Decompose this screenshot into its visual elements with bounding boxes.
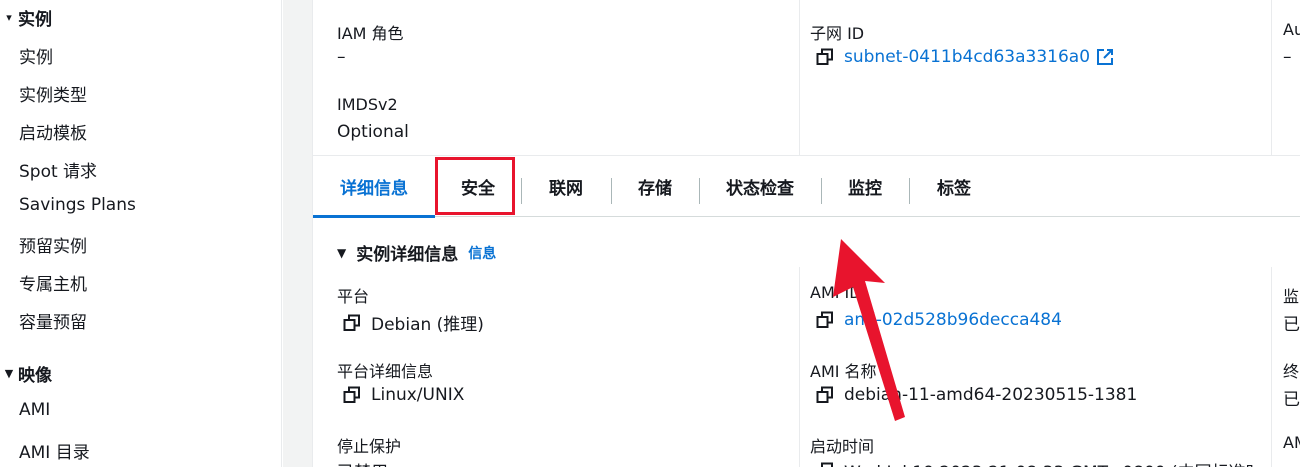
platform-label: 平台 [337,287,370,306]
platform-details-label: 平台详细信息 [337,362,434,381]
sidebar-item-reserved-instances[interactable]: 预留实例 [19,232,87,257]
launch-time-label: 启动时间 [810,437,875,456]
column-divider [1271,0,1272,155]
col3-value-1: 已 [1283,315,1300,335]
external-link-icon[interactable] [1096,48,1114,66]
column-divider [799,267,800,467]
sidebar-section-instances[interactable]: ▾ 实例 [0,5,52,30]
sidebar-nav: ▾ 实例 实例 实例类型 启动模板 Spot 请求 Savings Plans … [0,0,282,467]
subnet-id-link[interactable]: subnet-0411b4cd63a3316a0 [844,47,1090,67]
subnet-id-row: subnet-0411b4cd63a3316a0 [816,47,1114,67]
copy-icon[interactable] [343,386,361,404]
content-gutter [283,0,313,467]
col3-label-1: 监 [1283,287,1300,306]
sidebar-item-spot-requests[interactable]: Spot 请求 [19,157,97,182]
col3-value-2: 已 [1283,390,1300,410]
sidebar-item-savings-plans[interactable]: Savings Plans [19,195,136,215]
iam-role-value: – [337,47,346,67]
instance-details-panel: IAM 角色 – IMDSv2 Optional 子网 ID subnet-04… [313,0,1300,467]
sidebar-item-capacity-reservations[interactable]: 容量预留 [19,308,87,333]
sidebar-section-label: 实例 [18,10,52,30]
sidebar-item-instances[interactable]: 实例 [19,43,53,68]
section-title: 实例详细信息 [356,245,459,265]
launch-time-value: Wed Jul 19 2023 21:08:33 GMT+0800 (中国标准时 [844,458,1256,467]
column-divider [799,0,800,155]
col3-label-3: AM [1283,433,1300,452]
stop-protection-label: 停止保护 [337,437,402,456]
subnet-id-label: 子网 ID [810,24,865,43]
iam-role-label: IAM 角色 [337,24,404,43]
imdsv2-value: Optional [337,122,409,142]
sidebar-item-dedicated-hosts[interactable]: 专属主机 [19,270,87,295]
column-divider [1271,267,1272,467]
caret-down-icon: ▾ [6,11,12,24]
sidebar-item-instance-types[interactable]: 实例类型 [19,81,87,106]
tab-security[interactable]: 安全 [435,156,521,217]
info-link[interactable]: 信息 [468,243,496,263]
tab-monitoring[interactable]: 监控 [821,156,909,217]
platform-value: Debian (推理) [371,315,484,335]
sidebar-item-launch-templates[interactable]: 启动模板 [19,119,87,144]
copy-icon[interactable] [816,462,834,467]
launch-time-row: Wed Jul 19 2023 21:08:33 GMT+0800 (中国标准时 [816,458,1256,467]
tab-networking[interactable]: 联网 [521,156,611,217]
sidebar-section-images[interactable]: ▼ 映像 [0,361,52,386]
platform-details-value: Linux/UNIX [371,385,465,405]
sidebar-item-ami-catalog[interactable]: AMI 目录 [19,438,90,463]
imdsv2-label: IMDSv2 [337,95,398,114]
red-arrow-annotation [833,239,905,421]
platform-row: Debian (推理) [343,310,484,335]
tab-storage[interactable]: 存储 [611,156,699,217]
platform-details-row: Linux/UNIX [343,385,464,405]
copy-icon[interactable] [343,314,361,332]
sidebar-section-label: 映像 [18,366,52,386]
tab-tags[interactable]: 标签 [909,156,999,217]
caret-down-icon: ▼ [337,245,347,260]
tab-details[interactable]: 详细信息 [313,156,435,218]
col3-label: Au [1283,20,1300,39]
copy-icon[interactable] [816,48,834,66]
tab-status-checks[interactable]: 状态检查 [699,156,821,217]
caret-down-icon: ▼ [4,367,14,380]
col3-label-2: 终 [1283,362,1300,381]
sidebar-item-ami[interactable]: AMI [19,400,50,420]
stop-protection-value: 已禁用 [337,458,388,467]
instance-details-section-header[interactable]: ▼ 实例详细信息 信息 [337,240,496,265]
col3-value: – [1283,47,1292,67]
detail-tabs: 详细信息 安全 联网 存储 状态检查 监控 标签 [313,155,1300,218]
